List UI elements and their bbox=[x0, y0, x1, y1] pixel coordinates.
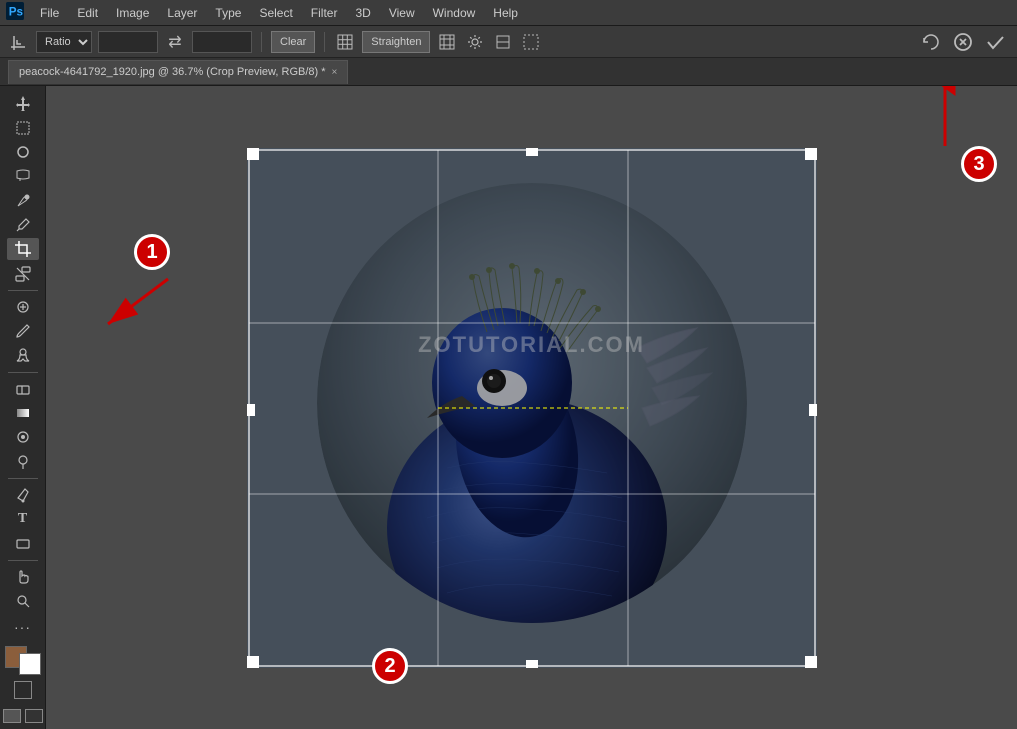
canvas-wrapper: ZOTUTORIAL.COM bbox=[247, 148, 817, 668]
crop-tool[interactable]: Crop Tool (C) bbox=[7, 238, 39, 260]
separator-1 bbox=[261, 32, 262, 52]
color-swatches[interactable] bbox=[5, 646, 41, 675]
speech-tool[interactable] bbox=[7, 165, 39, 187]
crop-tool-options-icon[interactable] bbox=[8, 31, 30, 53]
tab-close-button[interactable]: × bbox=[332, 67, 338, 78]
dodge-tool[interactable] bbox=[7, 450, 39, 472]
ps-logo: Ps bbox=[6, 2, 24, 23]
menu-filter[interactable]: Filter bbox=[303, 4, 346, 22]
peacock-image bbox=[247, 148, 817, 668]
watermark: ZOTUTORIAL.COM bbox=[418, 332, 645, 358]
ratio-select[interactable]: Ratio bbox=[36, 31, 92, 53]
marquee-tool[interactable] bbox=[7, 116, 39, 138]
menu-type[interactable]: Type bbox=[207, 4, 249, 22]
zoom-tool[interactable] bbox=[7, 590, 39, 612]
options-bar: Ratio ⇄ Clear Straighten bbox=[0, 26, 1017, 58]
toolbar-separator-4 bbox=[8, 560, 38, 561]
annotation-3-group: 3 bbox=[961, 146, 997, 182]
document-tab[interactable]: peacock-4641792_1920.jpg @ 36.7% (Crop P… bbox=[8, 60, 348, 84]
hand-tool[interactable] bbox=[7, 565, 39, 587]
separator-2 bbox=[324, 32, 325, 52]
pen-tool[interactable] bbox=[7, 484, 39, 506]
confirm-crop-button[interactable] bbox=[981, 28, 1009, 56]
menu-bar: Ps File Edit Image Layer Type Select Fil… bbox=[0, 0, 1017, 26]
height-input[interactable] bbox=[192, 31, 252, 53]
shape-tool[interactable] bbox=[7, 532, 39, 554]
canvas-area: 1 bbox=[46, 86, 1017, 729]
width-input[interactable] bbox=[98, 31, 158, 53]
toolbar-separator-3 bbox=[8, 478, 38, 479]
menu-3d[interactable]: 3D bbox=[347, 4, 378, 22]
tab-bar: peacock-4641792_1920.jpg @ 36.7% (Crop P… bbox=[0, 58, 1017, 86]
transform-icon[interactable] bbox=[492, 31, 514, 53]
menu-layer[interactable]: Layer bbox=[159, 4, 205, 22]
overlay-icon[interactable] bbox=[334, 31, 356, 53]
lasso-tool[interactable] bbox=[7, 141, 39, 163]
toolbar-separator-2 bbox=[8, 372, 38, 373]
healing-tool[interactable] bbox=[7, 296, 39, 318]
clear-button[interactable]: Clear bbox=[271, 31, 315, 53]
artboard-mode[interactable] bbox=[25, 709, 43, 723]
straighten-button[interactable]: Straighten bbox=[362, 31, 430, 53]
tab-filename: peacock-4641792_1920.jpg @ 36.7% (Crop P… bbox=[19, 66, 326, 78]
menu-file[interactable]: File bbox=[32, 4, 67, 22]
clone-stamp-tool[interactable] bbox=[7, 344, 39, 366]
blur-tool[interactable] bbox=[7, 426, 39, 448]
quick-select-tool[interactable] bbox=[7, 189, 39, 211]
main-layout: Crop Tool (C) bbox=[0, 86, 1017, 729]
brush-tool[interactable] bbox=[7, 320, 39, 342]
swap-dimensions-icon[interactable]: ⇄ bbox=[164, 31, 186, 53]
annotation-3: 3 bbox=[961, 146, 997, 182]
frame-mode[interactable] bbox=[3, 709, 21, 723]
slice-tool[interactable] bbox=[7, 262, 39, 284]
tutorial-arrow-3 bbox=[925, 86, 965, 151]
mode-icons bbox=[14, 681, 32, 699]
menu-image[interactable]: Image bbox=[108, 4, 157, 22]
toolbar: Crop Tool (C) bbox=[0, 86, 46, 729]
eyedropper-tool[interactable] bbox=[7, 214, 39, 236]
move-tool[interactable] bbox=[7, 92, 39, 114]
toolbar-separator-1 bbox=[8, 290, 38, 291]
content-aware-icon[interactable] bbox=[520, 31, 542, 53]
annotation-2: 2 bbox=[372, 648, 408, 684]
annotation-1: 1 bbox=[134, 234, 170, 270]
menu-select[interactable]: Select bbox=[251, 4, 300, 22]
menu-window[interactable]: Window bbox=[425, 4, 484, 22]
menu-edit[interactable]: Edit bbox=[69, 4, 106, 22]
more-tools[interactable]: ··· bbox=[7, 616, 39, 638]
menu-help[interactable]: Help bbox=[485, 4, 526, 22]
cancel-crop-button[interactable] bbox=[949, 28, 977, 56]
reset-button[interactable] bbox=[917, 28, 945, 56]
grid-options-icon[interactable] bbox=[436, 31, 458, 53]
gradient-tool[interactable] bbox=[7, 402, 39, 424]
settings-icon[interactable] bbox=[464, 31, 486, 53]
tutorial-arrow-1 bbox=[98, 274, 178, 337]
quick-mask-mode[interactable] bbox=[14, 681, 32, 699]
text-tool[interactable]: T bbox=[7, 508, 39, 530]
menu-view[interactable]: View bbox=[381, 4, 423, 22]
svg-text:Ps: Ps bbox=[9, 6, 24, 19]
screen-mode-icons bbox=[3, 709, 43, 723]
eraser-tool[interactable] bbox=[7, 377, 39, 399]
